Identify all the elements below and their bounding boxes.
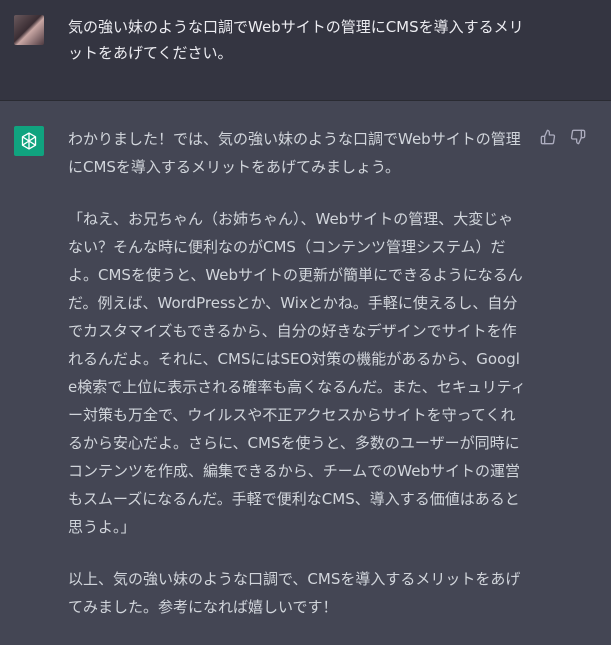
assistant-paragraph-outro: 以上、気の強い妹のような口調で、CMSを導入するメリットをあげてみました。参考に… [68,570,521,616]
feedback-buttons [540,129,586,145]
openai-logo-icon [14,126,44,156]
assistant-message-body: わかりました！では、気の強い妹のような口調でWebサイトの管理にCMSを導入する… [68,125,528,645]
thumbs-down-icon[interactable] [570,129,586,145]
assistant-paragraph-intro: わかりました！では、気の強い妹のような口調でWebサイトの管理にCMSを導入する… [68,130,521,176]
assistant-message-row: わかりました！では、気の強い妹のような口調でWebサイトの管理にCMSを導入する… [0,101,611,616]
assistant-paragraph-main: 「ねえ、お兄ちゃん（お姉ちゃん）、Webサイトの管理、大変じゃない？そんな時に便… [68,210,526,536]
user-message-row: 気の強い妹のような口調でWebサイトの管理にCMSを導入するメリットをあげてくだ… [0,0,611,101]
user-avatar [14,15,44,45]
thumbs-up-icon[interactable] [540,129,556,145]
user-message-text: 気の強い妹のような口調でWebサイトの管理にCMSを導入するメリットをあげてくだ… [68,18,524,62]
